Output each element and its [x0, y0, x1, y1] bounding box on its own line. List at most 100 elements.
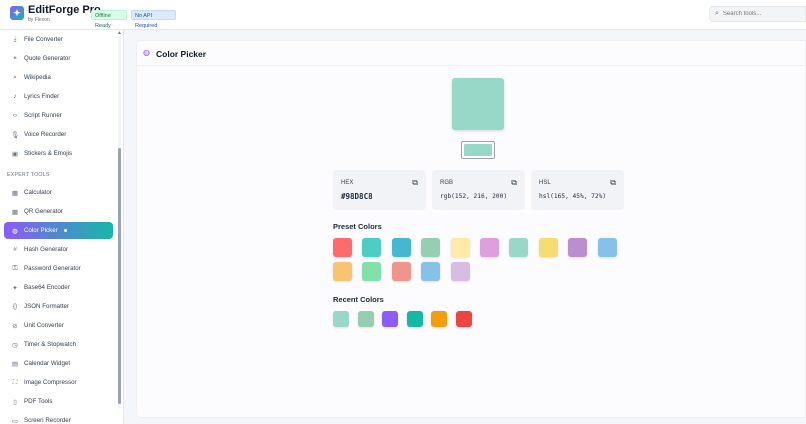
preset-color-swatch[interactable]: [568, 238, 588, 257]
preset-color-swatch[interactable]: [362, 238, 382, 257]
braces-icon: {}: [12, 303, 18, 310]
calculator-icon: ▦: [11, 189, 19, 197]
sidebar-item-label: PDF Tools: [24, 398, 53, 405]
hex-label: HEX: [341, 180, 354, 186]
clock-icon: ◷: [12, 341, 18, 349]
preset-color-swatch[interactable]: [362, 262, 382, 281]
sidebar-item-label: Password Generator: [24, 265, 81, 272]
sidebar-item-hash-generator[interactable]: # Hash Generator: [4, 241, 113, 258]
sidebar-item-label: Calculator: [24, 189, 52, 196]
sidebar-item-label: Hash Generator: [24, 246, 69, 253]
app-logo-icon: ✦: [10, 6, 24, 20]
preset-color-swatch[interactable]: [421, 262, 441, 281]
sidebar-item-json-formatter[interactable]: {} JSON Formatter: [4, 298, 113, 315]
copy-icon[interactable]: ⧉: [412, 178, 418, 188]
sidebar-scrollbar-thumb[interactable]: [118, 148, 121, 404]
sidebar-item-label: Stickers & Emojis: [24, 150, 73, 157]
qr-icon: ▩: [11, 208, 19, 216]
copy-icon[interactable]: ⧉: [511, 178, 517, 188]
sidebar-item-screen-recorder[interactable]: ▭ Screen Recorder: [4, 412, 113, 424]
sidebar-item-label: Voice Recorder: [24, 131, 67, 138]
hsl-value: hsl(165, 45%, 72%): [539, 193, 607, 200]
hsl-label: HSL: [539, 180, 551, 186]
sidebar-item-label: Unit Converter: [24, 322, 64, 329]
app-name: EditForge Pro: [28, 4, 101, 16]
sidebar-item-lyrics-finder[interactable]: ♪ Lyrics Finder: [4, 88, 113, 105]
active-indicator-dot: [63, 229, 67, 232]
preset-color-swatch[interactable]: [333, 262, 352, 281]
sticker-icon: ▣: [11, 150, 19, 158]
monitor-icon: ▭: [11, 417, 19, 424]
sidebar-item-calendar-widget[interactable]: ▤ Calendar Widget: [4, 355, 113, 372]
color-picker-panel: ◍ Color Picker HEX ⧉ #98D8C8 RGB ⧉ rgb(1…: [136, 40, 806, 418]
recent-color-swatch[interactable]: [406, 311, 423, 327]
calendar-icon: ▤: [11, 360, 19, 368]
preset-color-swatch[interactable]: [509, 238, 529, 257]
file-icon: ▯: [13, 398, 17, 406]
hex-value: #98D8C8: [341, 192, 373, 201]
sidebar-item-label: File Converter: [24, 36, 63, 43]
sidebar-item-label: JSON Formatter: [24, 303, 70, 310]
no-api-badge: No API Required: [131, 10, 176, 29]
sidebar-item-label: Screen Recorder: [24, 417, 71, 424]
download-icon: ⤓: [13, 35, 17, 43]
code-icon: ‹›: [12, 112, 18, 119]
compress-icon: ⛶: [12, 378, 18, 386]
sidebar-item-label: Calendar Widget: [24, 360, 71, 367]
palette-icon: ◍: [143, 48, 150, 57]
sidebar-item-label: Wikipedia: [24, 74, 51, 81]
sidebar-item-label: Base64 Encoder: [24, 284, 70, 291]
preset-color-swatch[interactable]: [421, 238, 441, 257]
recent-color-swatch[interactable]: [357, 311, 374, 327]
copy-icon[interactable]: ⧉: [610, 178, 616, 188]
search-icon: ⌕: [715, 10, 719, 17]
recent-color-swatch[interactable]: [382, 311, 398, 327]
ruler-icon: ⊘: [12, 322, 18, 330]
sidebar-item-label: Timer & Stopwatch: [24, 341, 77, 348]
sidebar-item-label: Script Runner: [24, 112, 62, 119]
sidebar-item-image-compressor[interactable]: ⛶ Image Compressor: [4, 374, 113, 391]
offline-badge: Offline Ready: [91, 10, 127, 29]
sidebar-item-unit-converter[interactable]: ⊘ Unit Converter: [4, 317, 113, 334]
sidebar-item-qr-generator[interactable]: ▩ QR Generator: [4, 203, 113, 220]
recent-colors-title: Recent Colors: [333, 295, 384, 304]
sidebar-item-label: Quote Generator: [24, 55, 71, 62]
sidebar-item-base64-encoder[interactable]: ✦ Base64 Encoder: [4, 279, 113, 296]
preset-color-swatch[interactable]: [480, 238, 499, 257]
app-header: ✦ EditForge Pro by Flexon Offline Ready …: [0, 0, 806, 30]
sidebar-item-script-runner[interactable]: ‹› Script Runner: [4, 107, 113, 124]
sidebar-item-calculator[interactable]: ▦ Calculator: [4, 184, 113, 201]
sidebar: EXPERT TOOLS ⤓ File Converter ❝ Quote Gener…: [0, 30, 124, 424]
sidebar-item-file-converter[interactable]: ⤓ File Converter: [4, 31, 113, 48]
preset-color-swatch[interactable]: [450, 238, 470, 257]
sidebar-item-wikipedia[interactable]: ⌕ Wikipedia: [4, 69, 113, 86]
sidebar-item-label: Lyrics Finder: [24, 93, 60, 100]
key-icon: ⚿: [12, 264, 18, 272]
music-icon: ♪: [13, 93, 17, 100]
hsl-value-box: HSL ⧉ hsl(165, 45%, 72%): [531, 170, 624, 210]
sidebar-item-voice-recorder[interactable]: 🎙 Voice Recorder: [4, 126, 113, 143]
recent-color-swatch[interactable]: [431, 311, 447, 327]
sidebar-item-timer-stopwatch[interactable]: ◷ Timer & Stopwatch: [4, 336, 113, 353]
recent-color-swatch[interactable]: [455, 311, 472, 327]
sidebar-item-color-picker[interactable]: ◍ Color Picker: [4, 222, 113, 239]
sidebar-item-quote-generator[interactable]: ❝ Quote Generator: [4, 50, 113, 67]
section-label-expert-tools: EXPERT TOOLS: [7, 172, 50, 178]
sidebar-item-label: QR Generator: [24, 208, 63, 215]
color-input[interactable]: [461, 141, 495, 159]
preset-color-swatch[interactable]: [333, 238, 352, 257]
sidebar-item-stickers-emojis[interactable]: ▣ Stickers & Emojis: [4, 145, 113, 162]
preset-color-swatch[interactable]: [391, 262, 411, 281]
search-input[interactable]: [722, 11, 798, 17]
app-subtitle: by Flexon: [28, 17, 50, 23]
preset-color-swatch[interactable]: [538, 238, 558, 257]
sidebar-item-label: Color Picker: [24, 227, 58, 234]
preset-color-swatch[interactable]: [391, 238, 411, 257]
recent-color-swatch[interactable]: [333, 311, 349, 327]
preset-color-swatch[interactable]: [597, 238, 617, 257]
sidebar-item-password-generator[interactable]: ⚿ Password Generator: [4, 260, 113, 277]
preset-colors-title: Preset Colors: [333, 222, 382, 231]
search-box[interactable]: ⌕: [709, 6, 806, 22]
preset-color-swatch[interactable]: [450, 262, 470, 281]
sidebar-item-pdf-tools[interactable]: ▯ PDF Tools: [4, 393, 113, 410]
